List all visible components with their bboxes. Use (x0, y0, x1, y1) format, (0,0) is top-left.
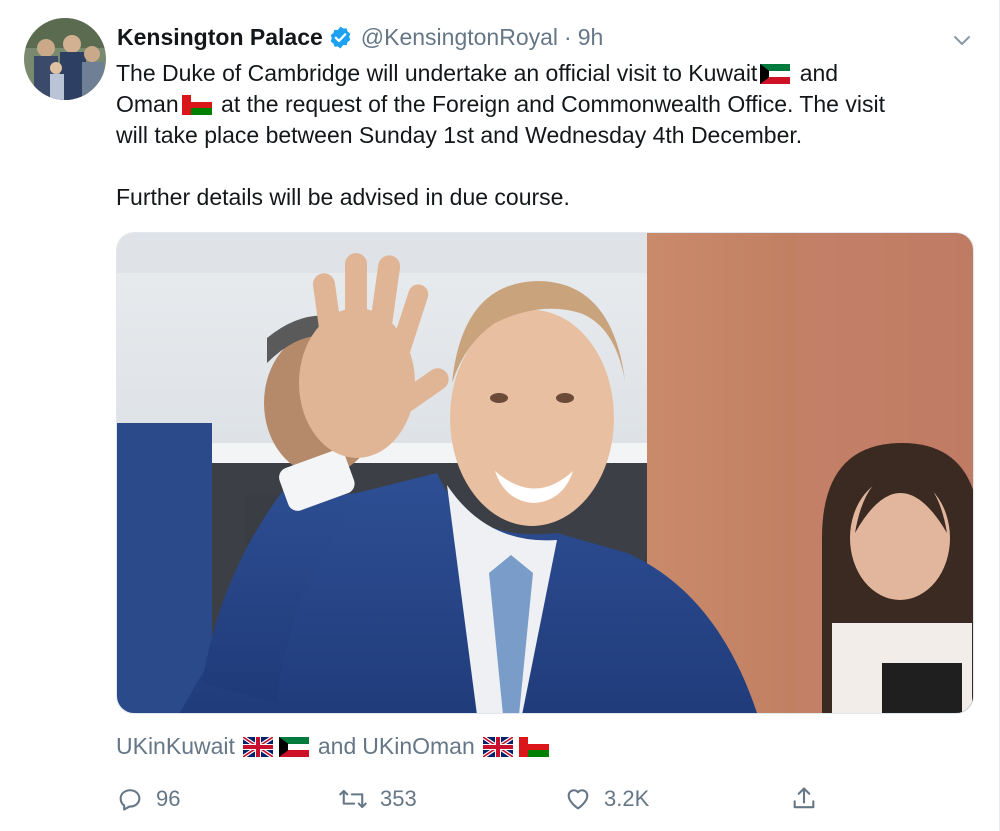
tweet-text-line: The Duke of Cambridge will undertake an … (116, 58, 976, 89)
avatar[interactable] (24, 18, 106, 100)
display-name[interactable]: Kensington Palace (117, 24, 323, 51)
text-segment: The Duke of Cambridge will undertake an … (116, 60, 758, 86)
oman-flag-icon (518, 736, 549, 757)
uk-flag-icon (482, 736, 513, 757)
tag-joiner: and (317, 733, 357, 759)
tweet-header: Kensington Palace @KensingtonRoyal · 9h (117, 20, 603, 54)
timestamp[interactable]: 9h (578, 24, 604, 51)
kuwait-flag-icon (760, 64, 791, 84)
tagged-accounts: UKinKuwait and UKinOman (116, 733, 552, 760)
like-count: 3.2K (604, 786, 650, 811)
tag-ukinkuwait[interactable]: UKinKuwait (116, 733, 235, 760)
tweet-photo[interactable] (116, 232, 974, 714)
share-icon (793, 787, 815, 809)
tweet-actions: 96 353 3.2K (116, 785, 816, 825)
verified-badge-icon (330, 26, 351, 48)
tweet-card: Kensington Palace @KensingtonRoyal · 9h … (0, 0, 1000, 831)
tweet-text-line: Further details will be advised in due c… (116, 184, 570, 210)
user-handle[interactable]: @KensingtonRoyal (361, 24, 558, 51)
text-segment: and (793, 60, 839, 86)
reply-button[interactable]: 96 (116, 785, 180, 813)
retweet-button[interactable]: 353 (338, 785, 417, 813)
like-button[interactable]: 3.2K (564, 785, 649, 813)
share-button[interactable] (790, 785, 830, 813)
tweet-text-line: Oman at the request of the Foreign and C… (116, 89, 976, 120)
reply-count: 96 (156, 786, 181, 811)
tweet-text-line: will take place between Sunday 1st and W… (116, 122, 803, 148)
tag-ukinoman[interactable]: UKinOman (362, 733, 474, 760)
retweet-count: 353 (380, 786, 417, 811)
chevron-down-icon[interactable] (950, 28, 974, 52)
oman-flag-icon (181, 95, 212, 115)
text-segment: Oman (116, 91, 179, 117)
kuwait-flag-icon (278, 736, 309, 757)
retweet-icon (339, 789, 367, 809)
uk-flag-icon (242, 736, 273, 757)
text-segment: at the request of the Foreign and Common… (214, 91, 885, 117)
tweet-text: The Duke of Cambridge will undertake an … (116, 58, 976, 213)
heart-icon (567, 789, 589, 810)
separator-dot: · (564, 23, 572, 50)
reply-icon (119, 789, 141, 811)
